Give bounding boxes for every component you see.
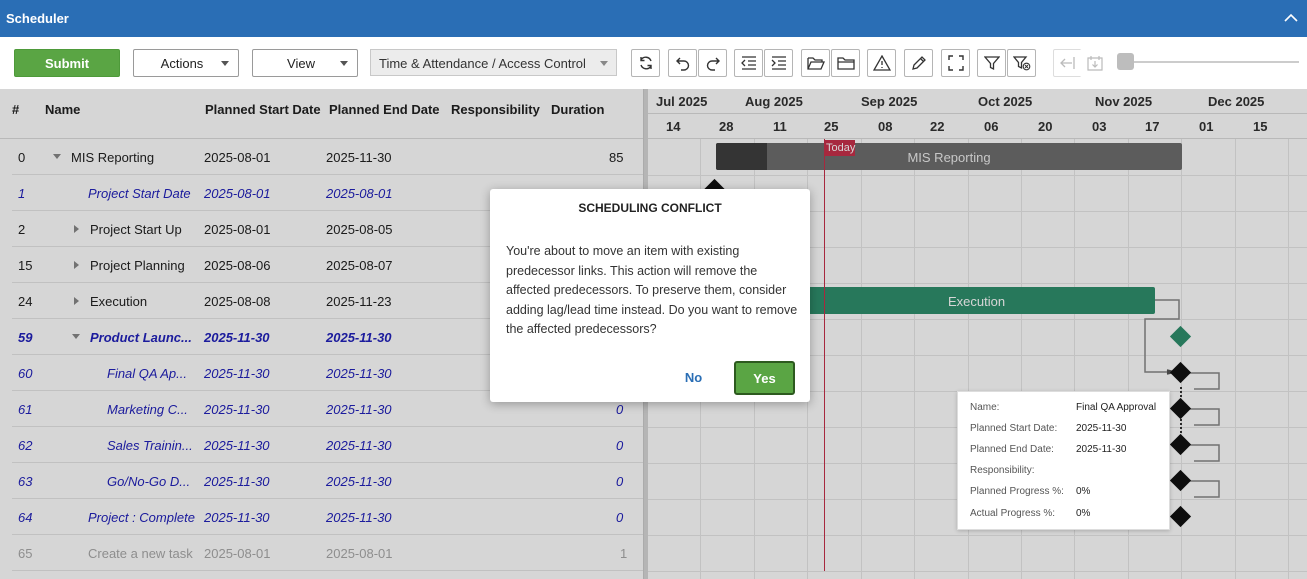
redo-button[interactable]	[698, 49, 727, 77]
open-folder-button[interactable]	[801, 49, 830, 77]
tooltip-key: Actual Progress %:	[970, 508, 1056, 519]
refresh-icon	[639, 56, 652, 70]
title-bar: Scheduler	[0, 0, 1307, 37]
filter-button[interactable]	[977, 49, 1006, 77]
dialog-title: SCHEDULING CONFLICT	[578, 201, 722, 215]
clear-filter-button[interactable]	[1007, 49, 1036, 77]
redo-icon	[706, 57, 720, 71]
clear-filter-icon	[1012, 56, 1030, 71]
yes-button[interactable]: Yes	[734, 361, 795, 395]
tooltip-value: Final QA Approval	[1076, 402, 1157, 413]
back-button[interactable]	[1053, 49, 1082, 77]
fullscreen-button[interactable]	[941, 49, 970, 77]
folder-icon	[836, 57, 855, 70]
view-label: View	[287, 55, 315, 71]
zoom-slider-handle[interactable]	[1117, 53, 1134, 70]
filter-icon	[983, 56, 1000, 71]
caret-down-icon	[221, 61, 229, 66]
scheduling-conflict-dialog: SCHEDULING CONFLICT You're about to move…	[490, 189, 810, 402]
actions-label: Actions	[160, 55, 204, 71]
tooltip-value: 2025-11-30	[1076, 444, 1127, 455]
tooltip-key: Planned Progress %:	[970, 486, 1064, 497]
caret-down-icon	[600, 61, 608, 66]
undo-button[interactable]	[668, 49, 697, 77]
indent-button[interactable]	[764, 49, 793, 77]
undo-icon	[675, 57, 689, 71]
tooltip-value: 0%	[1076, 508, 1091, 519]
dialog-message: You're about to move an item with existi…	[506, 244, 798, 336]
calendar-down-icon	[1086, 56, 1103, 71]
tooltip-key: Responsibility:	[970, 465, 1035, 476]
indent-icon	[771, 56, 786, 70]
warning-icon	[872, 55, 891, 71]
tooltip-key: Planned Start Date:	[970, 423, 1058, 434]
no-button[interactable]: No	[666, 362, 721, 392]
calendar-down-button[interactable]	[1080, 49, 1109, 77]
pencil-icon	[911, 56, 926, 70]
view-dropdown[interactable]: View	[252, 49, 358, 77]
folder-open-icon	[806, 57, 825, 70]
refresh-button[interactable]	[631, 49, 660, 77]
tooltip-key: Name:	[970, 402, 1000, 413]
warning-button[interactable]	[867, 49, 896, 77]
tooltip-key: Planned End Date:	[970, 444, 1054, 455]
zoom-slider-track[interactable]	[1123, 61, 1299, 63]
actions-dropdown[interactable]: Actions	[133, 49, 239, 77]
toolbar: Submit Actions View Time & Attendance / …	[0, 37, 1307, 89]
edit-button[interactable]	[904, 49, 933, 77]
tooltip-value: 0%	[1076, 486, 1091, 497]
back-icon	[1059, 57, 1075, 69]
task-tooltip: Name: Final QA Approval Planned Start Da…	[957, 391, 1170, 530]
submit-button[interactable]: Submit	[14, 49, 120, 77]
outdent-button[interactable]	[734, 49, 763, 77]
chevron-up-icon[interactable]	[1281, 8, 1301, 28]
project-select[interactable]: Time & Attendance / Access Control	[370, 49, 617, 76]
tooltip-value: 2025-11-30	[1076, 423, 1127, 434]
window-title: Scheduler	[6, 11, 69, 26]
project-select-value: Time & Attendance / Access Control	[379, 56, 586, 71]
fullscreen-icon	[947, 55, 964, 71]
outdent-icon	[740, 56, 756, 70]
folder-button[interactable]	[831, 49, 860, 77]
caret-down-icon	[340, 61, 348, 66]
